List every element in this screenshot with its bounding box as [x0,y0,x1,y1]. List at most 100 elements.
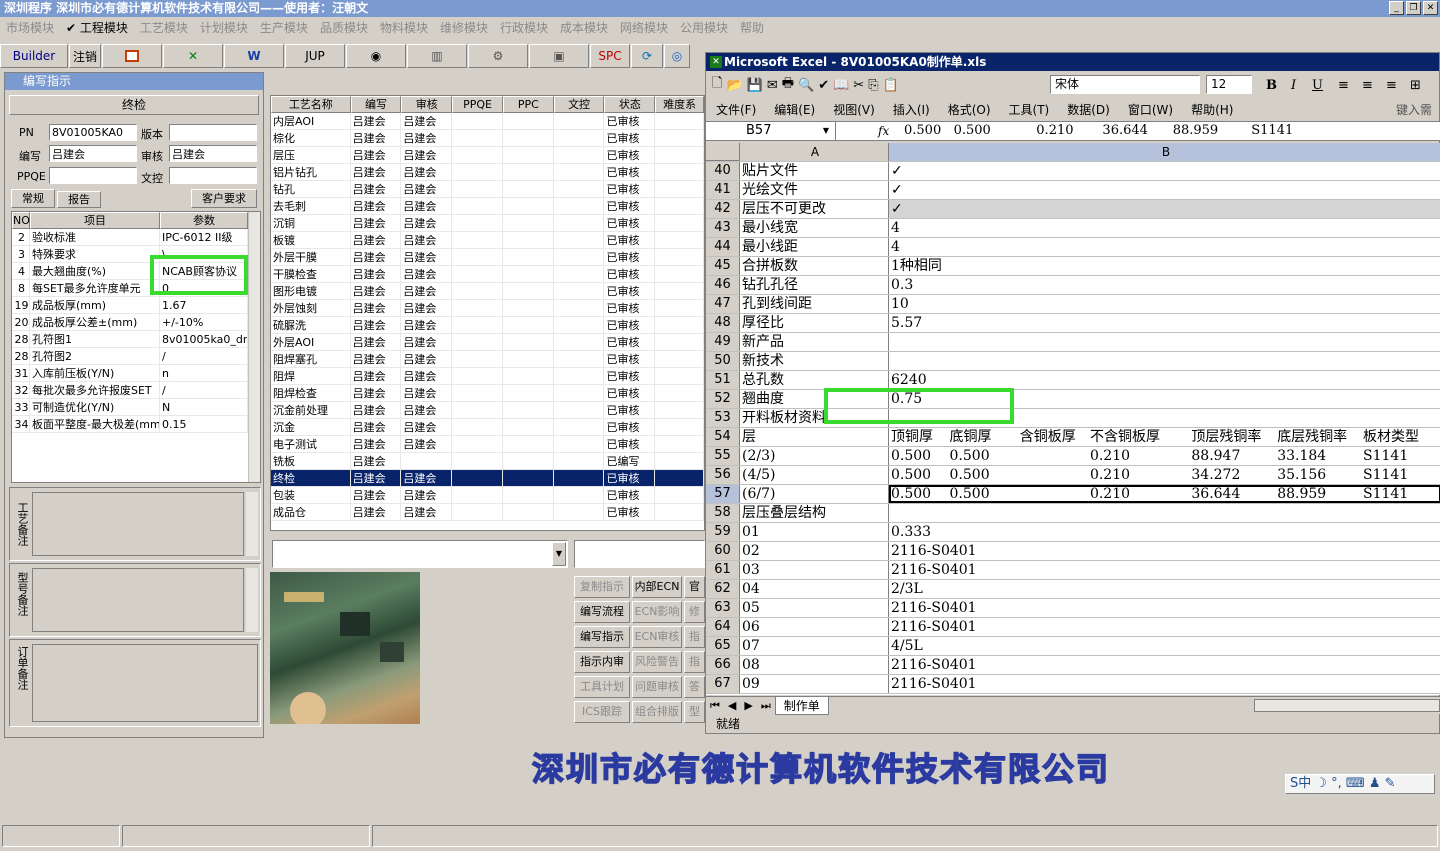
doc-control-field[interactable] [169,167,257,184]
action-button-0-2[interactable]: 官 [684,576,705,598]
review-field[interactable] [169,145,257,162]
ppt-icon[interactable] [102,44,162,68]
cell-b[interactable]: 4/5L [889,637,1440,655]
cell-a[interactable]: 01 [740,523,889,541]
row-header[interactable]: 64 [706,618,740,636]
process-row[interactable]: 层压 吕建会 吕建会 已审核 [271,147,704,164]
row-header[interactable]: 63 [706,599,740,617]
model-note-scrollbar[interactable] [246,568,258,632]
cell-b[interactable] [889,504,1440,522]
last-sheet-icon[interactable]: ⏭ [757,699,775,713]
table-row[interactable]: 28 孔符图1 8v01005ka0_dr1 [12,331,260,348]
builder-button[interactable]: Builder [0,44,68,68]
cell-a[interactable]: 钻孔孔径 [740,276,889,294]
row-header[interactable]: 53 [706,409,740,427]
col-param[interactable]: 参数 [160,212,248,229]
table-row[interactable]: 20 成品板厚公差±(mm) +/-10% [12,314,260,331]
cell-a[interactable]: 层 [740,428,889,446]
research-icon[interactable]: 📖 [833,78,849,93]
database-icon[interactable]: ▥ [407,44,467,68]
process-row[interactable]: 终检 吕建会 吕建会 已审核 [271,470,704,487]
col-ppc[interactable]: PPC [502,96,554,113]
row-header[interactable]: 42 [706,200,740,218]
action-button-3-2[interactable]: 指 [684,651,705,673]
row-header[interactable]: 52 [706,390,740,408]
open-icon[interactable]: 📂 [726,78,742,93]
process-row[interactable]: 内层AOI 吕建会 吕建会 已审核 [271,113,704,130]
close-button[interactable]: ✕ [1423,1,1438,15]
cell-a[interactable]: 04 [740,580,889,598]
row-header[interactable]: 40 [706,162,740,180]
excel-icon[interactable]: ✕ [163,44,223,68]
menu-item-11[interactable]: 公用模块 [674,19,734,36]
tab-general[interactable]: 常规 [11,189,55,208]
menu-item-5[interactable]: 品质模块 [314,19,374,36]
cell-b[interactable]: 顶铜厚 底铜厚 含铜板厚 不含铜板厚 顶层残铜率 底层残铜率 板材类型 [889,428,1440,446]
cell-b[interactable]: 2116-S0401 [889,542,1440,560]
underline-button[interactable]: U [1312,78,1323,93]
cell-a[interactable]: 最小线宽 [740,219,889,237]
cell-a[interactable]: 03 [740,561,889,579]
row-header[interactable]: 49 [706,333,740,351]
row-header[interactable]: 56 [706,466,740,484]
customer-requirements-button[interactable]: 客户要求 [191,189,257,208]
row-param[interactable]: 1.67 [160,297,248,313]
process-row[interactable]: 钻孔 吕建会 吕建会 已审核 [271,181,704,198]
cell-a[interactable]: 新产品 [740,333,889,351]
row-param[interactable]: 0.15 [160,416,248,432]
align-center-icon[interactable]: ≡ [1362,78,1373,93]
eye-icon[interactable]: ◉ [346,44,406,68]
action-button-0-0[interactable]: 复制指示 [574,576,630,598]
row-header[interactable]: 58 [706,504,740,522]
menu-item-9[interactable]: 成本模块 [554,19,614,36]
process-row[interactable]: 阻焊检查 吕建会 吕建会 已审核 [271,385,704,402]
process-row[interactable]: 沉金 吕建会 吕建会 已审核 [271,419,704,436]
tab-report[interactable]: 报告 [57,191,101,208]
process-row[interactable]: 棕化 吕建会 吕建会 已审核 [271,130,704,147]
font-name-select[interactable]: 宋体 [1050,75,1200,94]
horizontal-scrollbar[interactable] [1254,699,1440,712]
cell-a[interactable]: 层压不可更改 [740,200,889,218]
table-row[interactable]: 28 孔符图2/ [12,348,260,365]
action-button-4-2[interactable]: 答 [684,676,705,698]
row-header[interactable]: 47 [706,295,740,313]
refresh-icon[interactable]: ⟳ [631,44,663,68]
menu-item-3[interactable]: 计划模块 [194,19,254,36]
row-param[interactable]: / [160,382,248,398]
align-left-icon[interactable]: ≡ [1338,78,1349,93]
cell-b[interactable]: 2116-S0401 [889,618,1440,636]
cell-a[interactable]: (2/3) [740,447,889,465]
cell-b[interactable]: 2116-S0401 [889,561,1440,579]
menu-item-0[interactable]: 市场模块 [0,19,60,36]
process-row[interactable]: 图形电镀 吕建会 吕建会 已审核 [271,283,704,300]
cell-b[interactable]: ✓ [889,200,1440,218]
cell-b[interactable]: 4 [889,219,1440,237]
column-header-a[interactable]: A [740,143,889,161]
row-param[interactable]: n [160,365,248,381]
first-sheet-icon[interactable]: ⏮ [706,699,724,713]
permission-icon[interactable]: ✉ [767,78,778,93]
process-row[interactable]: 外层蚀刻 吕建会 吕建会 已审核 [271,300,704,317]
menu-item-2[interactable]: 工艺模块 [134,19,194,36]
cell-a[interactable]: (6/7) [740,485,889,503]
action-button-1-2[interactable]: 修 [684,601,705,623]
font-size-select[interactable]: 12 [1206,75,1252,94]
process-row[interactable]: 铣板 吕建会 已编写 [271,453,704,470]
row-header[interactable]: 60 [706,542,740,560]
process-row[interactable]: 去毛刺 吕建会 吕建会 已审核 [271,198,704,215]
cell-a[interactable]: 光绘文件 [740,181,889,199]
copy-icon[interactable]: ⎘ [868,78,878,93]
table-row[interactable]: 31 入库前压板(Y/N) n [12,365,260,382]
pn-field[interactable] [49,124,137,141]
excel-menu-7[interactable]: 窗口(W) [1128,101,1173,118]
bold-button[interactable]: B [1266,78,1277,93]
cell-a[interactable]: 06 [740,618,889,636]
cell-b[interactable]: 2116-S0401 [889,656,1440,674]
table-row[interactable]: 33 可制造优化(Y/N) N [12,399,260,416]
row-header[interactable]: 46 [706,276,740,294]
save-icon[interactable]: 💾 [747,78,763,93]
row-param[interactable]: 8v01005ka0_dr1 [160,331,248,347]
excel-menu-6[interactable]: 数据(D) [1067,101,1110,118]
cell-a[interactable]: 09 [740,675,889,693]
ppqe-field[interactable] [49,167,137,184]
